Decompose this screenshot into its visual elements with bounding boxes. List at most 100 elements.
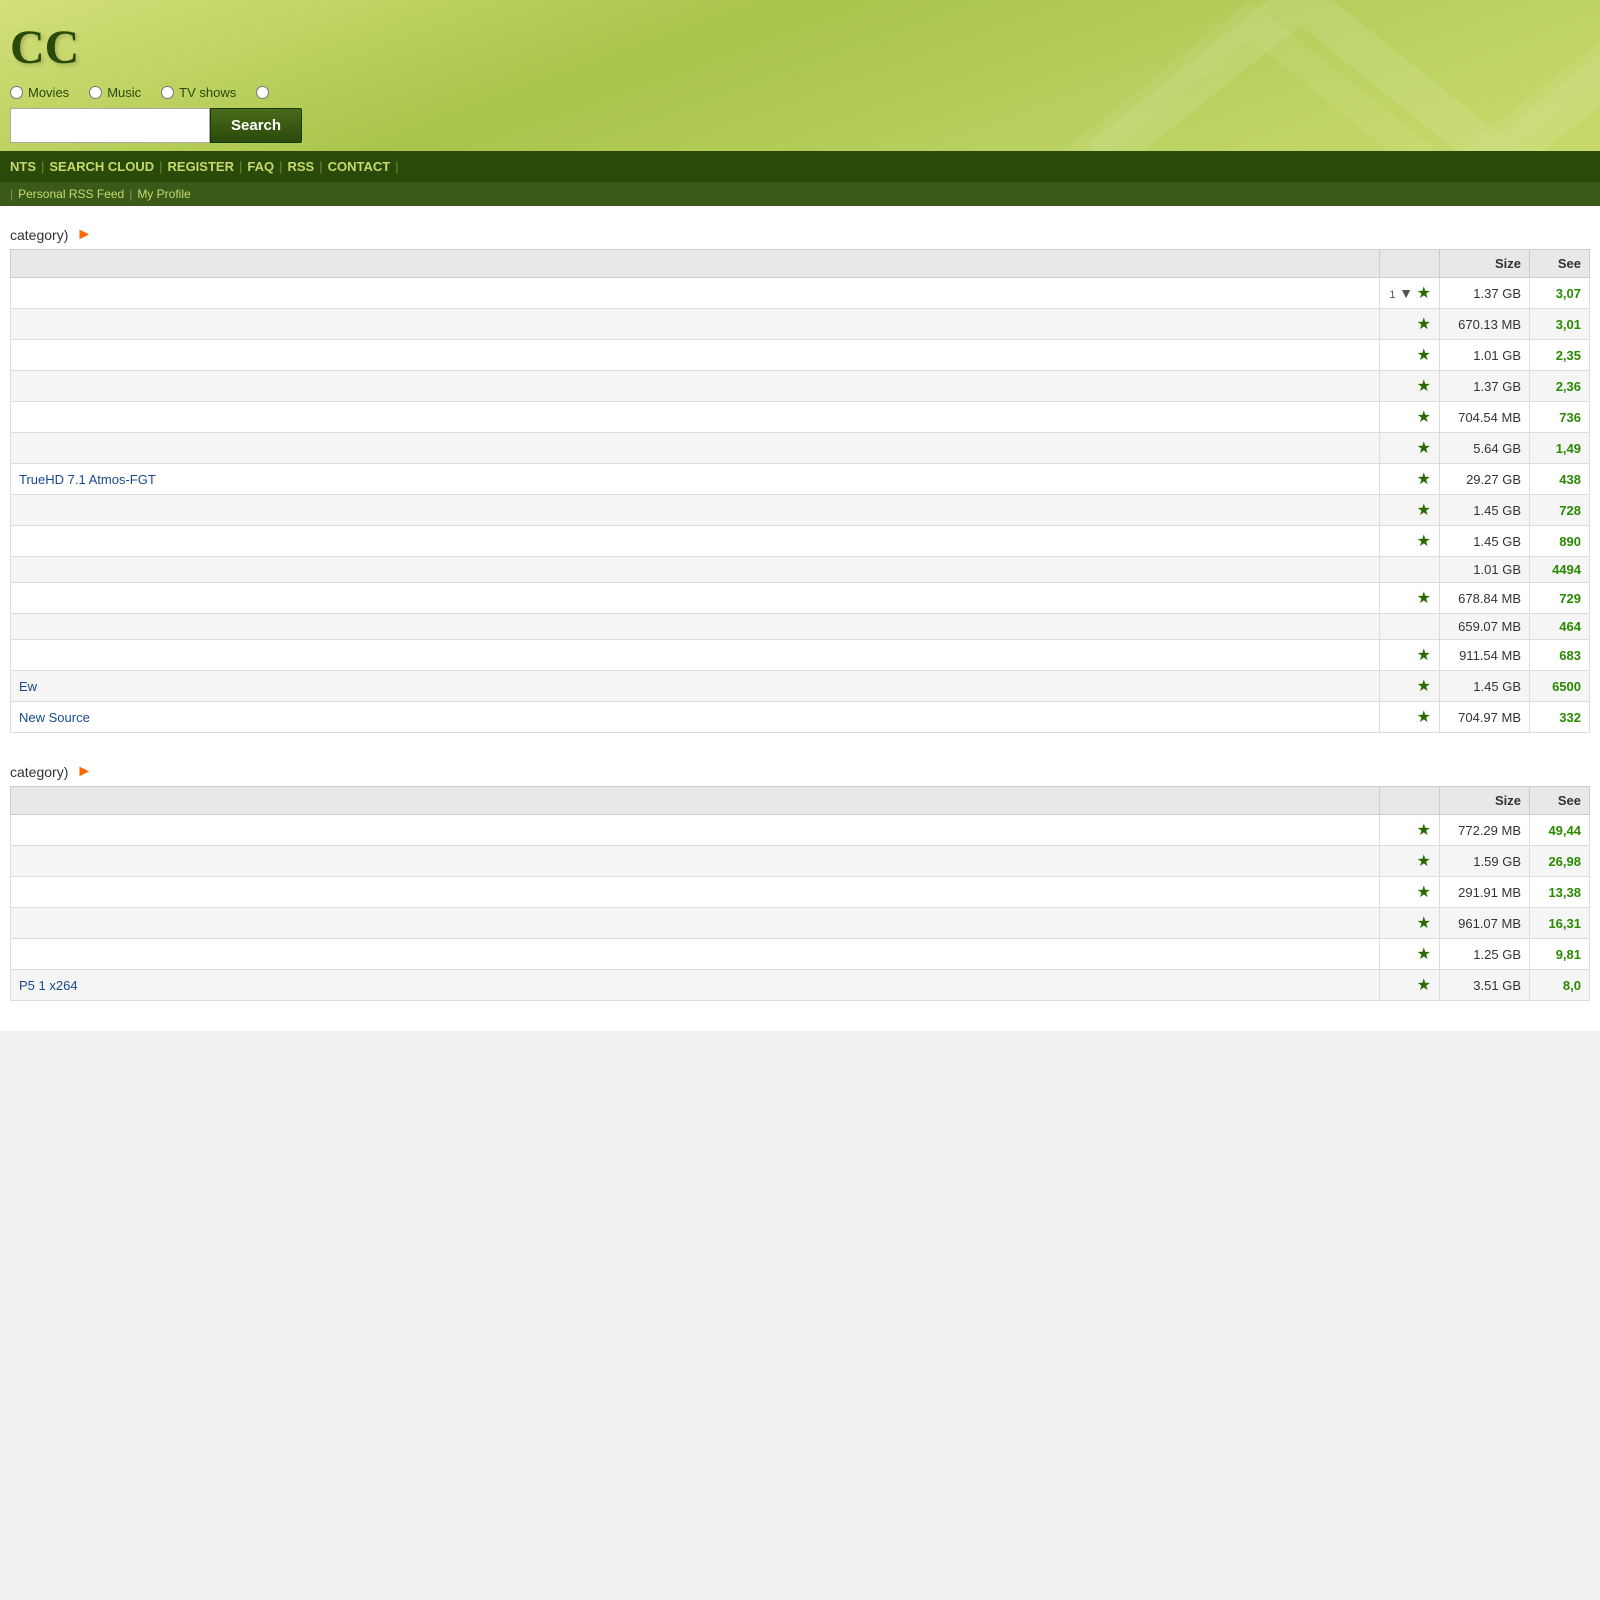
torrent-name[interactable] (11, 877, 1380, 908)
torrent-size: 1.01 GB (1440, 557, 1530, 583)
tab-tvshows-radio[interactable] (161, 86, 174, 99)
star-icon[interactable]: ★ (1417, 822, 1431, 839)
logo-area: CC (0, 10, 1600, 80)
tab-music-radio[interactable] (89, 86, 102, 99)
star-icon[interactable]: ★ (1417, 647, 1431, 664)
table-row[interactable]: ★670.13 MB3,01 (11, 309, 1590, 340)
torrent-seeds: 890 (1530, 526, 1590, 557)
torrent-name[interactable] (11, 815, 1380, 846)
sub-nav-profile[interactable]: My Profile (137, 187, 190, 201)
table-row[interactable]: ★911.54 MB683 (11, 640, 1590, 671)
torrent-name[interactable] (11, 583, 1380, 614)
star-icon[interactable]: ★ (1417, 977, 1431, 994)
star-icon[interactable]: ★ (1417, 678, 1431, 695)
table-row[interactable]: ★1.45 GB728 (11, 495, 1590, 526)
torrent-size: 1.45 GB (1440, 671, 1530, 702)
torrent-name[interactable] (11, 433, 1380, 464)
tab-music[interactable]: Music (89, 85, 141, 100)
section2-table: Size See ★772.29 MB49,44★1.59 GB26,98★29… (10, 786, 1590, 1001)
table-row[interactable]: ★704.54 MB736 (11, 402, 1590, 433)
sub-nav-sep-1: | (129, 187, 132, 201)
star-icon[interactable]: ★ (1417, 915, 1431, 932)
table-row[interactable]: ★291.91 MB13,38 (11, 877, 1590, 908)
star-icon[interactable]: ★ (1417, 709, 1431, 726)
torrent-icons: ★ (1380, 970, 1440, 1001)
star-icon[interactable]: ★ (1417, 502, 1431, 519)
star-icon[interactable]: ★ (1417, 946, 1431, 963)
table-row[interactable]: 1.01 GB4494 (11, 557, 1590, 583)
star-icon[interactable]: ★ (1417, 471, 1431, 488)
torrent-name[interactable] (11, 402, 1380, 433)
search-button[interactable]: Search (210, 108, 302, 143)
torrent-name[interactable] (11, 495, 1380, 526)
torrent-icons: ★ (1380, 815, 1440, 846)
section2-header: category) ► (10, 753, 1590, 786)
torrent-icons: ★ (1380, 464, 1440, 495)
tab-other[interactable] (256, 86, 269, 99)
table-row[interactable]: ★1.59 GB26,98 (11, 846, 1590, 877)
table-row[interactable]: ★5.64 GB1,49 (11, 433, 1590, 464)
torrent-name[interactable] (11, 557, 1380, 583)
star-icon[interactable]: ★ (1417, 347, 1431, 364)
star-icon[interactable]: ★ (1417, 316, 1431, 333)
nav-contact[interactable]: CONTACT (328, 159, 391, 174)
torrent-name[interactable] (11, 278, 1380, 309)
star-icon[interactable]: ★ (1417, 590, 1431, 607)
torrent-name[interactable]: TrueHD 7.1 Atmos-FGT (11, 464, 1380, 495)
table-row[interactable]: ★678.84 MB729 (11, 583, 1590, 614)
nav-nts[interactable]: NTS (10, 159, 36, 174)
star-icon[interactable]: ★ (1417, 533, 1431, 550)
table-row[interactable]: ★1.45 GB890 (11, 526, 1590, 557)
tab-other-radio[interactable] (256, 86, 269, 99)
section1-rss-icon[interactable]: ► (76, 226, 92, 244)
star-icon[interactable]: ★ (1417, 440, 1431, 457)
category-tabs: Movies Music TV shows (0, 80, 1600, 100)
torrent-size: 29.27 GB (1440, 464, 1530, 495)
torrent-name[interactable] (11, 340, 1380, 371)
tab-movies[interactable]: Movies (10, 85, 69, 100)
table-row[interactable]: Ew★1.45 GB6500 (11, 671, 1590, 702)
table-row[interactable]: ★1.01 GB2,35 (11, 340, 1590, 371)
torrent-name[interactable] (11, 939, 1380, 970)
torrent-name[interactable] (11, 371, 1380, 402)
star-icon[interactable]: ★ (1417, 853, 1431, 870)
torrent-name[interactable] (11, 640, 1380, 671)
torrent-name[interactable] (11, 908, 1380, 939)
torrent-seeds: 728 (1530, 495, 1590, 526)
nav-faq[interactable]: FAQ (247, 159, 274, 174)
nav-search-cloud[interactable]: SEARCH CLOUD (49, 159, 154, 174)
torrent-name[interactable] (11, 526, 1380, 557)
table-row[interactable]: ★772.29 MB49,44 (11, 815, 1590, 846)
sub-navigation: | Personal RSS Feed | My Profile (0, 182, 1600, 206)
table-row[interactable]: 659.07 MB464 (11, 614, 1590, 640)
star-icon[interactable]: ★ (1417, 285, 1431, 302)
torrent-icons: ★ (1380, 583, 1440, 614)
nav-rss[interactable]: RSS (288, 159, 315, 174)
star-icon[interactable]: ★ (1417, 378, 1431, 395)
table-row[interactable]: ★1.37 GB2,36 (11, 371, 1590, 402)
search-input[interactable] (10, 108, 210, 143)
section2-rss-icon[interactable]: ► (76, 763, 92, 781)
torrent-name[interactable] (11, 846, 1380, 877)
site-logo: CC (10, 21, 79, 74)
sub-nav-rss-feed[interactable]: Personal RSS Feed (18, 187, 124, 201)
torrent-name[interactable] (11, 614, 1380, 640)
torrent-name[interactable]: New Source (11, 702, 1380, 733)
comment-icon[interactable]: ▼ (1399, 285, 1413, 301)
torrent-name[interactable]: Ew (11, 671, 1380, 702)
nav-register[interactable]: REGISTER (168, 159, 234, 174)
table-row[interactable]: 1 ▼ ★1.37 GB3,07 (11, 278, 1590, 309)
star-icon[interactable]: ★ (1417, 884, 1431, 901)
table-row[interactable]: TrueHD 7.1 Atmos-FGT★29.27 GB438 (11, 464, 1590, 495)
star-icon[interactable]: ★ (1417, 409, 1431, 426)
table-row[interactable]: New Source★704.97 MB332 (11, 702, 1590, 733)
tab-movies-radio[interactable] (10, 86, 23, 99)
table-row[interactable]: ★1.25 GB9,81 (11, 939, 1590, 970)
torrent-size: 961.07 MB (1440, 908, 1530, 939)
torrent-name[interactable] (11, 309, 1380, 340)
table-row[interactable]: P5 1 x264★3.51 GB8,0 (11, 970, 1590, 1001)
torrent-name[interactable]: P5 1 x264 (11, 970, 1380, 1001)
header: CC Movies Music TV shows Search (0, 0, 1600, 151)
tab-tvshows[interactable]: TV shows (161, 85, 236, 100)
table-row[interactable]: ★961.07 MB16,31 (11, 908, 1590, 939)
